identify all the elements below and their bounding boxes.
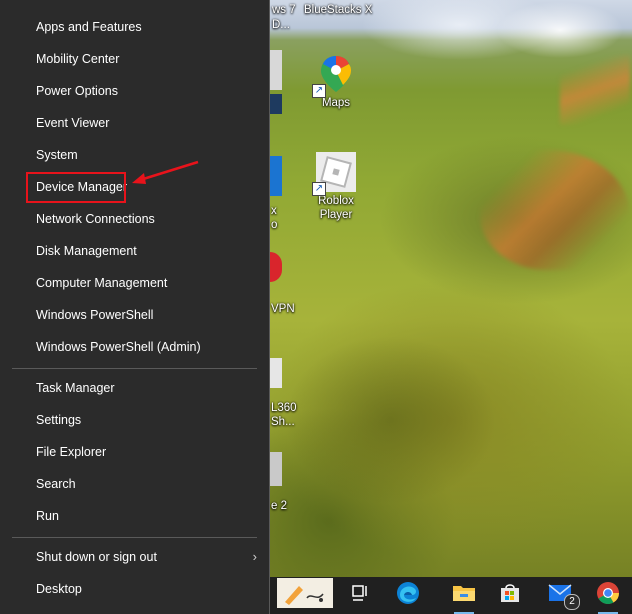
desktop-icon-label: Maps [321, 97, 351, 109]
desktop-icon-roblox[interactable]: ↗ Roblox Player [296, 152, 376, 222]
menu-item-label: System [36, 148, 78, 162]
menu-item-label: Settings [36, 413, 82, 427]
roblox-icon: ↗ [312, 152, 356, 196]
partial-desktop-label: L360 [271, 402, 297, 414]
file-explorer-icon [452, 583, 476, 608]
menu-item-search[interactable]: Search [0, 468, 269, 500]
menu-item-windows-powershell-admin[interactable]: Windows PowerShell (Admin) [0, 331, 269, 363]
menu-item-desktop[interactable]: Desktop [0, 573, 269, 605]
edge-icon [396, 581, 420, 610]
menu-item-label: Search [36, 477, 76, 491]
menu-item-label: Desktop [36, 582, 82, 596]
bluestacks-shortcut-label[interactable]: BlueStacks X [304, 4, 372, 16]
wallpaper-path-upper [560, 55, 630, 125]
menu-item-network-connections[interactable]: Network Connections [0, 203, 269, 235]
menu-item-label: Windows PowerShell (Admin) [36, 340, 201, 354]
menu-item-label: Run [36, 509, 59, 523]
taskbar-chrome[interactable] [584, 577, 632, 614]
partial-desktop-icon [270, 452, 282, 486]
menu-item-label: Disk Management [36, 244, 137, 258]
winx-quick-link-menu: Apps and Features Mobility Center Power … [0, 0, 270, 614]
taskbar-task-view[interactable] [336, 577, 384, 614]
shortcut-arrow-icon: ↗ [312, 84, 326, 98]
partial-desktop-icon [270, 50, 282, 90]
menu-item-label: Windows PowerShell [36, 308, 154, 322]
wallpaper-shade [270, 260, 630, 560]
partial-desktop-label: o [271, 219, 278, 231]
menu-item-apps-and-features[interactable]: Apps and Features [0, 11, 269, 43]
paint-app-icon [277, 578, 333, 613]
mail-unread-badge: 2 [564, 594, 580, 610]
taskbar-mail[interactable]: 2 [536, 577, 584, 614]
chrome-icon [596, 581, 620, 610]
desktop-label-fragment-1: ws 7 [272, 4, 296, 16]
google-maps-icon: ↗ [312, 54, 356, 98]
desktop-icon-label-line1: Roblox [318, 195, 354, 207]
partial-desktop-icon [270, 94, 282, 114]
menu-separator [12, 537, 257, 538]
partial-desktop-label: e 2 [271, 500, 287, 512]
menu-item-label: Mobility Center [36, 52, 120, 66]
desktop-icon-label-line2: Player [319, 209, 353, 221]
menu-item-computer-management[interactable]: Computer Management [0, 267, 269, 299]
menu-item-settings[interactable]: Settings [0, 404, 269, 436]
menu-item-disk-management[interactable]: Disk Management [0, 235, 269, 267]
menu-item-mobility-center[interactable]: Mobility Center [0, 43, 269, 75]
device-manager-highlight-box [26, 172, 126, 203]
menu-item-label: Power Options [36, 84, 118, 98]
partial-desktop-icon [270, 358, 282, 388]
menu-item-label: File Explorer [36, 445, 107, 459]
taskbar-microsoft-store[interactable] [486, 577, 534, 614]
task-view-icon [350, 583, 370, 608]
menu-item-label: Shut down or sign out [36, 550, 157, 564]
menu-item-file-explorer[interactable]: File Explorer [0, 436, 269, 468]
menu-separator [12, 368, 257, 369]
microsoft-store-icon [499, 582, 521, 609]
menu-item-windows-powershell[interactable]: Windows PowerShell [0, 299, 269, 331]
menu-item-shut-down-or-sign-out[interactable]: Shut down or sign out › [0, 541, 269, 573]
menu-item-run[interactable]: Run [0, 500, 269, 532]
menu-item-label: Event Viewer [36, 116, 110, 130]
menu-item-label: Computer Management [36, 276, 168, 290]
desktop-label-fragment-2: D... [272, 19, 290, 31]
taskbar-file-explorer[interactable] [440, 577, 488, 614]
partial-desktop-label: VPN [271, 303, 295, 315]
partial-desktop-label: x [271, 205, 277, 217]
taskbar-paint-app[interactable] [274, 577, 336, 614]
menu-item-label: Apps and Features [36, 20, 142, 34]
red-annotation-arrow-icon [132, 160, 199, 184]
chevron-right-icon: › [252, 549, 257, 564]
shortcut-arrow-icon: ↗ [312, 182, 326, 196]
menu-item-task-manager[interactable]: Task Manager [0, 372, 269, 404]
menu-item-label: Task Manager [36, 381, 115, 395]
partial-desktop-icon [270, 156, 282, 196]
menu-item-label: Network Connections [36, 212, 155, 226]
menu-item-power-options[interactable]: Power Options [0, 75, 269, 107]
taskbar-edge[interactable] [384, 577, 432, 614]
desktop-icon-maps[interactable]: ↗ Maps [296, 54, 376, 110]
partial-desktop-label: Sh... [271, 416, 295, 428]
menu-item-event-viewer[interactable]: Event Viewer [0, 107, 269, 139]
